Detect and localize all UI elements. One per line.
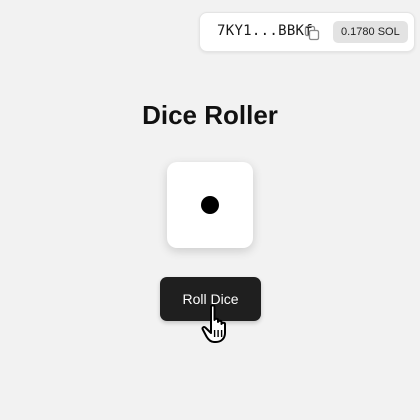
dice-pip [201,196,219,214]
roll-dice-button[interactable]: Roll Dice [160,277,261,321]
dice-face [167,162,253,248]
page-title: Dice Roller [142,100,278,130]
copy-icon[interactable] [304,25,320,41]
balance-badge: 0.1780 SOL [333,21,408,43]
wallet-address: 7KY1...BBKf [217,23,314,39]
wallet-info: 7KY1...BBKf 0.1780 SOL [199,12,415,52]
copy-icon-graphic [304,25,320,41]
app-stage: 7KY1...BBKf 0.1780 SOL Dice Roller Roll … [0,0,420,420]
